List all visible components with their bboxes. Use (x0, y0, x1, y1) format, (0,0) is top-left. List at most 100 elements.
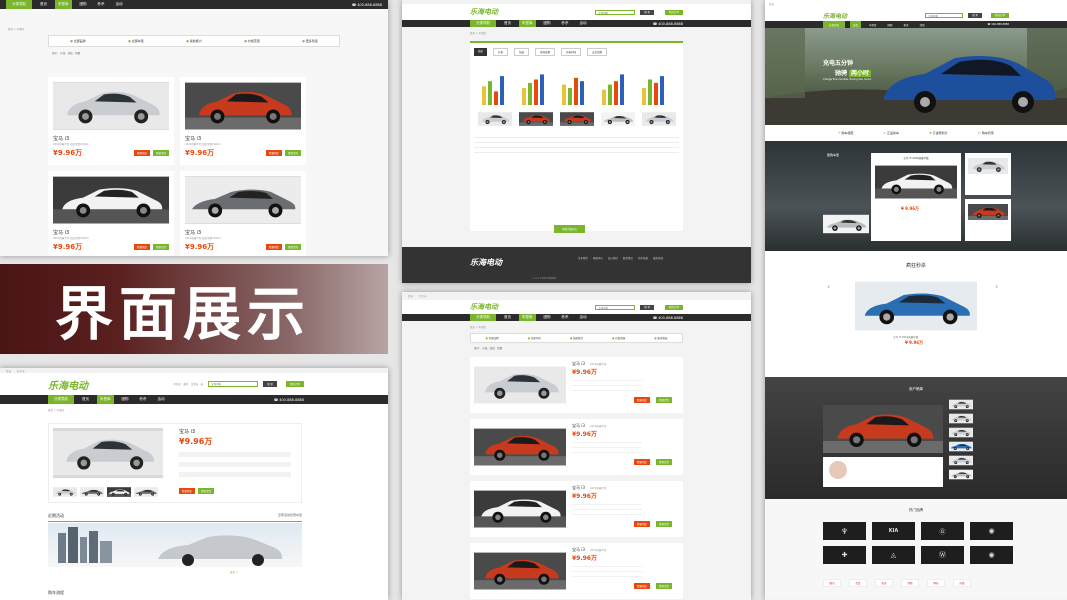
car-card[interactable]: 宝马 i3 2016款豪华型 续航里程200km ¥9.96万 我要预定 我要试… (180, 171, 306, 256)
list-car-card[interactable]: 宝马 i3 2016款豪华型 ¥9.96万 我要预定 我要试驾 (470, 481, 683, 537)
nav-car-library[interactable]: 车型库 (97, 395, 114, 404)
filter-price[interactable]: 价格范围 (244, 39, 260, 43)
my-orders-button[interactable]: 我的订单 (990, 12, 1009, 18)
nav-car-library[interactable]: 车型库 (55, 0, 72, 9)
filter-more[interactable]: 更多筛选 (654, 336, 667, 340)
thumbnail[interactable] (107, 486, 131, 498)
nav-seckill[interactable]: 秒杀 (559, 21, 572, 26)
compare-tab[interactable]: 价格 (493, 48, 509, 56)
bmw-logo-icon[interactable]: ◉ (970, 546, 1013, 564)
nav-seckill[interactable]: 秒杀 (95, 2, 108, 7)
bentley-logo-icon[interactable]: Ⓑ (921, 522, 964, 540)
review-thumb[interactable] (949, 469, 973, 480)
login-link[interactable]: 登录 (769, 3, 774, 6)
reserve-button[interactable]: 我要预定 (179, 488, 196, 494)
list-car-card[interactable]: 宝马 i3 2016款豪华型 ¥9.96万 我要预定 我要试驾 (470, 419, 683, 475)
nav-seckill[interactable]: 秒杀 (137, 397, 150, 402)
partner-logo[interactable]: 腾讯 (823, 579, 841, 587)
filter-range[interactable]: 续航能力 (186, 39, 202, 43)
group-car-photo[interactable] (968, 202, 1008, 222)
footer-link[interactable]: 新手指南 (638, 256, 648, 260)
nav-seckill[interactable]: 秒杀 (559, 315, 572, 320)
sort-price[interactable]: 价格 (482, 347, 487, 350)
group-car-photo[interactable] (823, 213, 869, 235)
list-car-card[interactable]: 宝马 i3 2016款豪华型 ¥9.96万 我要预定 我要试驾 (470, 543, 683, 599)
group-car-photo[interactable] (875, 163, 957, 201)
group-side-card[interactable] (965, 199, 1011, 241)
footer-link[interactable]: 服务条款 (653, 256, 663, 260)
compare-tab[interactable]: 加速 (514, 48, 530, 56)
filter-range[interactable]: 续航能力 (570, 336, 583, 340)
thumbnail[interactable] (80, 486, 104, 498)
car-card[interactable]: 宝马 i3 2016款豪华型 续航里程200km ¥9.96万 我要预定 我要试… (48, 77, 174, 165)
compare-car[interactable] (519, 111, 553, 127)
reserve-button[interactable]: 我要预定 (133, 244, 150, 250)
hero-slider[interactable]: 充电五分钟 驰骋 两小时 Charge five minutes driving … (765, 28, 1067, 125)
partner-logo[interactable]: 新浪 (875, 579, 893, 587)
filter-type[interactable]: 全部车型 (128, 39, 144, 43)
test-drive-button[interactable]: 我要试驾 (656, 397, 673, 403)
seckill-car-photo[interactable] (855, 279, 977, 333)
sort-sales[interactable]: 销量 (75, 52, 80, 55)
volkswagen-logo-icon[interactable]: Ⓦ (921, 546, 964, 564)
compare-tab[interactable]: 充电时间 (561, 48, 582, 56)
site-logo[interactable]: 乐海电动 (823, 11, 847, 20)
nav-group-buy[interactable]: 团购 (119, 397, 132, 402)
sort-range[interactable]: 续航 (490, 347, 495, 350)
car-name[interactable]: 宝马 i3 (48, 135, 174, 142)
review-thumb[interactable] (949, 455, 973, 466)
search-button[interactable]: 搜 索 (968, 12, 982, 18)
review-thumb[interactable] (949, 399, 973, 410)
test-drive-button[interactable]: 我要试驾 (198, 488, 215, 494)
car-photo[interactable] (474, 485, 566, 533)
group-car-photo[interactable] (968, 156, 1008, 176)
search-button[interactable]: 搜 索 (640, 9, 654, 15)
filter-brand[interactable]: 全部品牌 (486, 336, 499, 340)
car-photo[interactable] (474, 423, 566, 471)
category-nav-button[interactable]: 分类导航 (470, 314, 496, 321)
category-nav-button[interactable]: 分类导航 (48, 395, 74, 404)
prev-arrow-icon[interactable]: ‹ (827, 282, 830, 291)
search-button[interactable]: 搜 索 (263, 381, 277, 387)
hot-searches[interactable]: 特斯拉 · 腾势 · 比亚迪 · 秦 (174, 382, 204, 386)
list-car-card[interactable]: 宝马 i3 2016款豪华型 ¥9.96万 我要预定 我要试驾 (470, 357, 683, 413)
main-car-photo[interactable] (53, 428, 163, 478)
test-drive-button[interactable]: 我要试驾 (284, 150, 301, 156)
filter-price[interactable]: 价格范围 (612, 336, 625, 340)
test-drive-button[interactable]: 我要试驾 (284, 244, 301, 250)
compare-tab[interactable]: 续航 (474, 48, 488, 56)
reserve-button[interactable]: 我要预定 (133, 150, 150, 156)
nav-car-library[interactable]: 车型库 (519, 314, 536, 321)
filter-brand[interactable]: 全部品牌 (70, 39, 86, 43)
thumbnail[interactable] (134, 486, 158, 498)
nav-car-library[interactable]: 车型库 (866, 23, 880, 27)
kia-logo-icon[interactable]: KIA (872, 522, 915, 540)
car-name[interactable]: 宝马 i3 (180, 135, 306, 142)
car-photo[interactable] (185, 82, 301, 130)
test-drive-button[interactable]: 我要试驾 (656, 583, 673, 589)
seckill-car-name[interactable]: 宝马 i3 2016款豪华版 (893, 335, 918, 339)
city-selector[interactable]: 北京市 (17, 369, 25, 373)
city-selector[interactable]: 北京市 (419, 294, 427, 298)
sort-sales[interactable]: 销量 (497, 347, 502, 350)
partner-logo[interactable]: 搜狐 (901, 579, 919, 587)
nav-events[interactable]: 活动 (113, 2, 126, 7)
nav-car-library[interactable]: 车型库 (519, 20, 536, 27)
compare-car[interactable] (642, 111, 676, 127)
test-drive-button[interactable]: 我要试驾 (656, 459, 673, 465)
car-photo[interactable] (53, 176, 169, 224)
review-thumb[interactable] (949, 427, 973, 438)
event-banner[interactable] (48, 523, 302, 567)
site-logo[interactable]: 乐海电动 (470, 7, 498, 17)
nav-group-buy[interactable]: 团购 (541, 315, 554, 320)
nav-events[interactable]: 活动 (577, 315, 590, 320)
reserve-button[interactable]: 我要预定 (634, 583, 651, 589)
nav-home[interactable]: 首页 (501, 315, 514, 320)
nav-events[interactable]: 活动 (577, 21, 590, 26)
reserve-button[interactable]: 我要预定 (634, 397, 651, 403)
my-orders-button[interactable]: 我的订单 (285, 381, 304, 387)
login-link[interactable]: 登录 (6, 369, 11, 373)
partner-logo[interactable]: 网易 (927, 579, 945, 587)
reserve-button[interactable]: 我要预定 (634, 521, 651, 527)
search-input[interactable]: 宝马i3系 (595, 304, 636, 310)
